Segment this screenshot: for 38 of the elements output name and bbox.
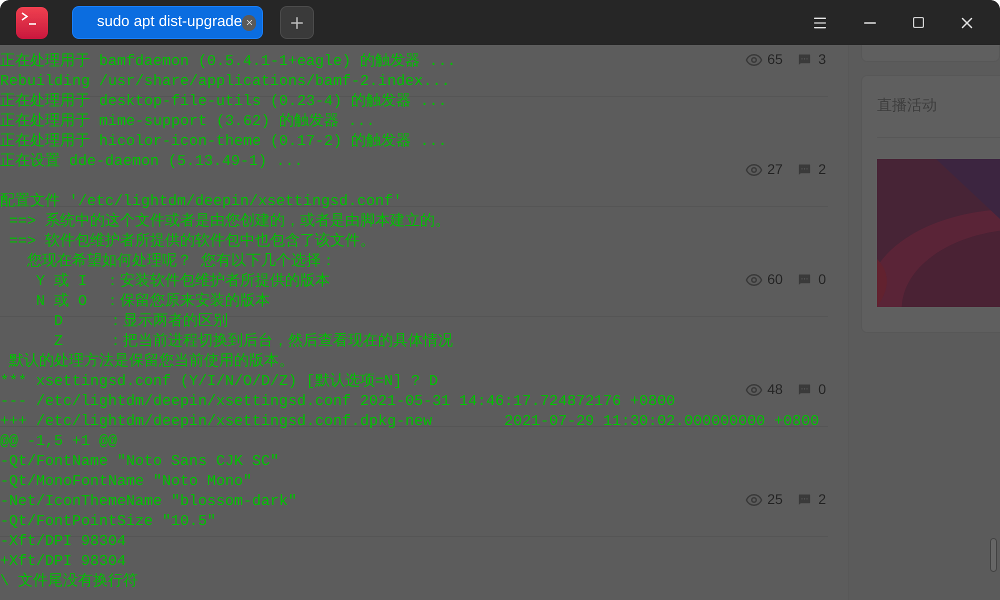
terminal-line: -Qt/FontPointSize "10.5" <box>0 513 216 530</box>
terminal-line: +Xft/DPI 98304 <box>0 553 126 570</box>
terminal-line: 正在设置 dde-daemon (5.13.49-1) ... <box>0 153 304 170</box>
terminal-line: *** xsettingsd.conf (Y/I/N/O/D/Z) [默认选项=N] ? D <box>0 373 438 390</box>
terminal-line: Rebuilding /usr/share/applications/bamf-2.index... <box>0 73 450 90</box>
scrollbar[interactable] <box>990 538 997 572</box>
terminal-line: -Xft/DPI 98304 <box>0 533 126 550</box>
comment-icon <box>797 272 812 287</box>
terminal-line: 正在处理用于 hicolor-icon-theme (0.17-2) 的触发器 ... <box>0 133 448 150</box>
terminal-line: 默认的处理方法是保留您当前使用的版本。 <box>8 353 294 370</box>
terminal-line: +++ /etc/lightdm/deepin/xsettingsd.conf.dpkg-new 2021-07-29 11:30:02.000000000 +0800 <box>0 413 820 430</box>
terminal-line: Y 或 I ：安装软件包维护者所提供的版本 <box>35 273 330 290</box>
terminal-line: 正在处理用于 bamfdaemon (0.5.4.1-1+eagle) 的触发器 ... <box>0 53 456 70</box>
maximize-icon[interactable] <box>912 16 925 29</box>
terminal-line: D ：显示两者的区别 <box>53 313 228 330</box>
terminal-line: -Qt/FontName "Noto Sans CJK SC" <box>0 453 280 470</box>
comment-icon <box>797 162 812 177</box>
terminal-line: \ 文件尾没有换行符 <box>0 573 138 590</box>
terminal-line: @@ -1,5 +1 @@ <box>0 433 118 450</box>
terminal-tab[interactable]: sudo apt dist-upgrade <box>72 6 263 39</box>
menu-icon[interactable] <box>812 14 828 30</box>
terminal-line: 正在处理用于 desktop-file-utils (0.23-4) 的触发器 ... <box>0 93 448 110</box>
terminal-line: --- /etc/lightdm/deepin/xsettingsd.conf 2021-05-31 14:46:17.724872176 +0800 <box>0 393 676 410</box>
terminal-line: N 或 O ：保留您原来安装的版本 <box>35 293 270 310</box>
comment-icon <box>797 382 812 397</box>
terminal-line: -Net/IconThemeName "blossom-dark" <box>0 493 298 510</box>
terminal-line: 配置文件 '/etc/lightdm/deepin/xsettingsd.conf' <box>0 193 402 210</box>
terminal-line: Z ：把当前进程切换到后台，然后查看现在的具体情况 <box>53 333 454 350</box>
comment-icon <box>797 52 812 67</box>
terminal-line: ==> 系统中的这个文件或者是由您创建的，或者是由脚本建立的。 <box>8 213 450 230</box>
terminal-line: -Qt/MonoFontName "Noto Mono" <box>0 473 252 490</box>
comment-icon <box>797 492 812 507</box>
terminal-app-icon <box>16 6 48 38</box>
terminal-line: ==> 软件包维护者所提供的软件包中也包含了该文件。 <box>8 233 376 250</box>
close-tab-icon[interactable] <box>242 14 256 30</box>
terminal-line: 您现在希望如何处理呢？ 您有以下几个选择： <box>26 253 336 270</box>
new-tab-button[interactable] <box>280 6 314 39</box>
terminal-line: 正在处理用于 mime-support (3.62) 的触发器 ... <box>0 113 376 130</box>
